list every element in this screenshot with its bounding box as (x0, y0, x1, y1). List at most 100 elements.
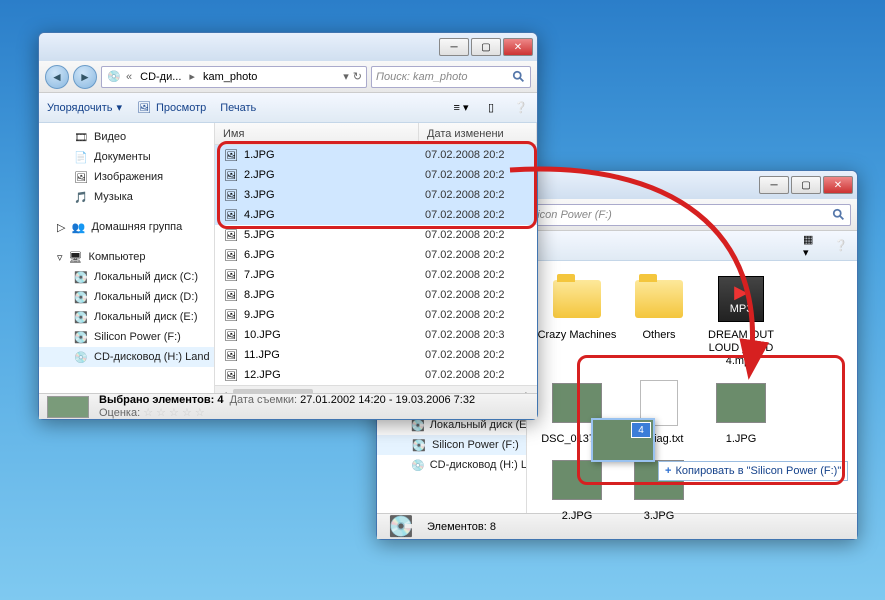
video-icon: 🎞 (73, 129, 89, 145)
tree-drive[interactable]: 💽Локальный диск (E:) (39, 307, 214, 327)
tree-drive[interactable]: 💽Silicon Power (F:) (377, 435, 526, 455)
status-bar: Выбрано элементов: 4 Дата съемки: 27.01.… (39, 393, 537, 419)
drag-count-badge: 4 (631, 422, 651, 438)
file-item[interactable]: 1.JPG (701, 375, 781, 446)
col-date[interactable]: Дата изменени (419, 123, 537, 144)
mp3-icon: ▶MP3 (718, 276, 764, 322)
tree-lib-item[interactable]: 🎵Музыка (39, 187, 214, 207)
file-row[interactable]: 🖼11.JPG07.02.2008 20:2 (215, 345, 537, 365)
image-file-icon: 🖼 (223, 147, 239, 163)
tree-homegroup[interactable]: ▷👥Домашняя группа (39, 217, 214, 237)
column-headers[interactable]: Имя Дата изменени (215, 123, 537, 145)
drive-icon: 💽 (73, 329, 89, 345)
computer-icon: 🖥 (68, 249, 84, 265)
image-file-icon: 🖼 (223, 367, 239, 383)
music-icon: 🎵 (73, 189, 89, 205)
file-row[interactable]: 🖼12.JPG07.02.2008 20:2 (215, 365, 537, 385)
image-icon (716, 383, 766, 423)
documents-icon: 📄 (73, 149, 89, 165)
image-icon (552, 460, 602, 500)
preview-icon: 🖼 (136, 100, 152, 116)
tree-drive[interactable]: 💽Локальный диск (C:) (39, 267, 214, 287)
tree-lib-item[interactable]: 🖼Изображения (39, 167, 214, 187)
tree-lib-item[interactable]: 📄Документы (39, 147, 214, 167)
breadcrumb-item[interactable]: CD-ди... (136, 71, 185, 83)
image-file-icon: 🖼 (223, 167, 239, 183)
file-row[interactable]: 🖼6.JPG07.02.2008 20:2 (215, 245, 537, 265)
tree-drive[interactable]: 💽Silicon Power (F:) (39, 327, 214, 347)
image-file-icon: 🖼 (223, 267, 239, 283)
search-icon (832, 208, 846, 222)
titlebar[interactable]: ─ ▢ ✕ (39, 33, 537, 61)
cd-icon: 💿 (411, 457, 425, 473)
image-file-icon: 🖼 (223, 287, 239, 303)
file-row[interactable]: 🖼10.JPG07.02.2008 20:3 (215, 325, 537, 345)
image-file-icon: 🖼 (223, 207, 239, 223)
status-bar: 💽 Элементов: 8 (377, 513, 857, 539)
tree-lib-item[interactable]: 🎞Видео (39, 127, 214, 147)
file-row[interactable]: 🖼4.JPG07.02.2008 20:2 (215, 205, 537, 225)
col-name[interactable]: Имя (215, 123, 419, 144)
image-file-icon: 🖼 (223, 187, 239, 203)
toolbar: Упорядочить ▾ 🖼Просмотр Печать ≡ ▾ ▯ ❔ (39, 93, 537, 123)
back-button[interactable]: ◄ (45, 65, 69, 89)
tree-drive[interactable]: 💿CD-дисковод (H:) Land (39, 347, 214, 367)
h-scrollbar[interactable]: ◂▸ (215, 385, 537, 393)
search-icon (512, 70, 526, 84)
file-item[interactable]: Crazy Machines (537, 271, 617, 369)
cd-icon: 💿 (106, 69, 122, 85)
minimize-button[interactable]: ─ (439, 38, 469, 56)
folder-icon (553, 280, 601, 318)
preview-button[interactable]: 🖼Просмотр (136, 100, 206, 116)
nav-bar: ◄ ► 💿 « CD-ди... ▸ kam_photo ▾ ↻ Поиск: … (39, 61, 537, 93)
forward-button[interactable]: ► (73, 65, 97, 89)
address-bar[interactable]: 💿 « CD-ди... ▸ kam_photo ▾ ↻ (101, 66, 367, 88)
folder-icon (635, 280, 683, 318)
maximize-button[interactable]: ▢ (471, 38, 501, 56)
image-icon (552, 383, 602, 423)
tree-drive[interactable]: 💽Локальный диск (D:) (39, 287, 214, 307)
breadcrumb-item[interactable]: kam_photo (199, 71, 261, 83)
file-row[interactable]: 🖼7.JPG07.02.2008 20:2 (215, 265, 537, 285)
drop-tooltip: + Копировать в "Silicon Power (F:)" (658, 461, 848, 481)
tree-drive[interactable]: 💿CD-дисковод (H:) Land (377, 455, 526, 475)
image-file-icon: 🖼 (223, 327, 239, 343)
file-row[interactable]: 🖼3.JPG07.02.2008 20:2 (215, 185, 537, 205)
close-button[interactable]: ✕ (503, 38, 533, 56)
drive-icon: 💽 (411, 437, 427, 453)
preview-thumbnail (47, 396, 89, 418)
plus-icon: + (665, 465, 671, 477)
drive-icon: 💽 (73, 289, 89, 305)
drive-icon: 💽 (73, 269, 89, 285)
image-file-icon: 🖼 (223, 347, 239, 363)
print-button[interactable]: Печать (220, 102, 256, 114)
minimize-button[interactable]: ─ (759, 176, 789, 194)
image-file-icon: 🖼 (223, 227, 239, 243)
tree-computer[interactable]: ▿🖥Компьютер (39, 247, 214, 267)
file-row[interactable]: 🖼8.JPG07.02.2008 20:2 (215, 285, 537, 305)
help-button[interactable]: ❔ (513, 100, 529, 116)
help-button[interactable]: ❔ (833, 238, 849, 254)
file-row[interactable]: 🖼9.JPG07.02.2008 20:2 (215, 305, 537, 325)
preview-pane-button[interactable]: ▯ (483, 100, 499, 116)
file-item[interactable]: Others (619, 271, 699, 369)
file-row[interactable]: 🖼1.JPG07.02.2008 20:2 (215, 145, 537, 165)
close-button[interactable]: ✕ (823, 176, 853, 194)
search-input[interactable]: Поиск: Silicon Power (F:) (483, 204, 851, 226)
view-options-button[interactable]: ≡ ▾ (453, 100, 469, 116)
file-item[interactable]: ▶MP3DREAM OUT LOUD _DMD 4.mp3 (701, 271, 781, 369)
drag-ghost: 4 (591, 418, 655, 462)
drive-icon: 💽 (73, 309, 89, 325)
file-row[interactable]: 🖼2.JPG07.02.2008 20:2 (215, 165, 537, 185)
file-row[interactable]: 🖼5.JPG07.02.2008 20:2 (215, 225, 537, 245)
nav-tree[interactable]: 🎞Видео 📄Документы 🖼Изображения 🎵Музыка ▷… (39, 123, 215, 393)
maximize-button[interactable]: ▢ (791, 176, 821, 194)
organize-button[interactable]: Упорядочить ▾ (47, 101, 122, 114)
image-file-icon: 🖼 (223, 247, 239, 263)
file-item[interactable]: 2.JPG (537, 452, 617, 523)
search-input[interactable]: Поиск: kam_photo (371, 66, 531, 88)
view-options-button[interactable]: ▦ ▾ (803, 238, 819, 254)
file-list[interactable]: Имя Дата изменени 🖼1.JPG07.02.2008 20:2🖼… (215, 123, 537, 393)
image-file-icon: 🖼 (223, 307, 239, 323)
cd-icon: 💿 (73, 349, 89, 365)
